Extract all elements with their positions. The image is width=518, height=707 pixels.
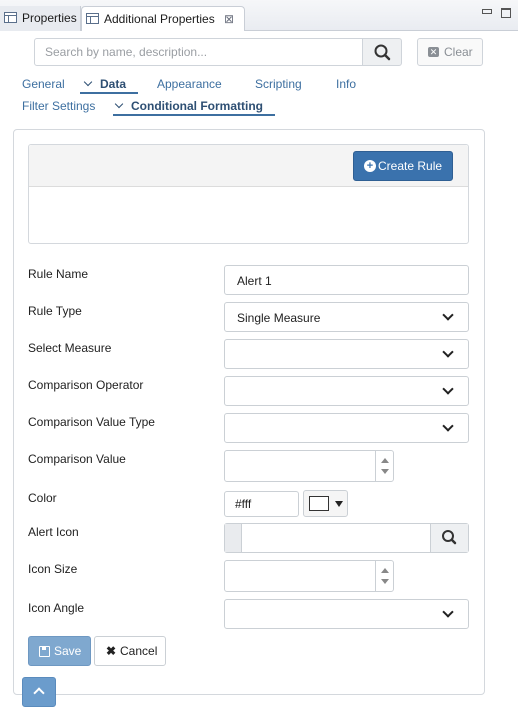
chevron-down-icon[interactable] <box>381 579 389 584</box>
tab-data[interactable]: Data <box>83 77 126 91</box>
table-icon <box>4 12 17 23</box>
rule-type-label: Rule Type <box>28 304 82 318</box>
comparison-value-type-label: Comparison Value Type <box>28 415 155 429</box>
chevron-down-icon <box>442 309 454 321</box>
chevron-down-icon <box>83 77 93 87</box>
chevron-up-icon <box>33 687 45 699</box>
minimize-icon[interactable] <box>482 9 492 14</box>
tab-scripting[interactable]: Scripting <box>255 77 302 91</box>
tab-appearance[interactable]: Appearance <box>157 77 222 91</box>
color-input[interactable]: #fff <box>224 491 299 517</box>
chevron-up-icon[interactable] <box>381 568 389 573</box>
tab-data-label: Data <box>100 77 127 91</box>
rule-name-label: Rule Name <box>28 267 89 281</box>
tab-data-underline <box>80 92 138 94</box>
rule-type-select[interactable]: Single Measure <box>224 302 469 332</box>
comparison-operator-select[interactable] <box>224 376 469 406</box>
chevron-down-icon <box>442 346 454 358</box>
search-input[interactable] <box>34 38 363 66</box>
select-measure-select[interactable] <box>224 339 469 369</box>
chevron-down-icon <box>442 383 454 395</box>
view-tab-additional-properties[interactable]: Additional Properties ⊠ <box>81 6 245 31</box>
comparison-operator-label: Comparison Operator <box>28 378 144 392</box>
chevron-down-icon <box>442 420 454 432</box>
rule-type-value: Single Measure <box>237 311 321 325</box>
times-icon: ✖ <box>106 644 117 658</box>
search-button[interactable] <box>362 38 402 66</box>
color-label: Color <box>28 491 57 505</box>
alert-icon-preview <box>225 524 242 552</box>
chevron-down-icon[interactable] <box>381 469 389 474</box>
chevron-down-icon <box>442 606 454 618</box>
comparison-value-stepper[interactable] <box>224 450 394 482</box>
alert-icon-label: Alert Icon <box>28 525 79 539</box>
view-tab-properties[interactable]: Properties <box>0 6 81 31</box>
tab-info[interactable]: Info <box>336 77 356 91</box>
icon-angle-label: Icon Angle <box>28 601 85 615</box>
tab-filter-settings[interactable]: Filter Settings <box>22 99 95 113</box>
clear-button[interactable]: ✕ Clear <box>417 38 483 66</box>
alert-icon-input[interactable] <box>224 523 469 553</box>
icon-angle-select[interactable] <box>224 599 469 629</box>
tab-conditional-formatting-underline <box>113 114 275 116</box>
icon-size-label: Icon Size <box>28 562 78 576</box>
search-icon <box>442 530 457 545</box>
cancel-button[interactable]: ✖ Cancel <box>94 636 166 666</box>
clear-label: Clear <box>444 45 473 59</box>
table-icon <box>86 13 99 24</box>
rule-name-input[interactable]: Alert 1 <box>224 265 469 295</box>
plus-circle-icon: + <box>364 160 376 172</box>
icon-size-stepper[interactable] <box>224 560 394 592</box>
create-rule-button[interactable]: + Create Rule <box>353 151 453 181</box>
close-icon[interactable]: ⊠ <box>224 7 234 31</box>
stepper-arrows[interactable] <box>375 561 393 591</box>
alert-icon-search-button[interactable] <box>430 524 468 552</box>
color-picker-button[interactable] <box>303 490 348 517</box>
chevron-down-icon <box>335 501 343 507</box>
view-tab-label: Properties <box>22 11 77 25</box>
view-tab-label: Additional Properties <box>104 12 215 26</box>
create-rule-label: Create Rule <box>378 159 443 173</box>
search-icon <box>374 44 391 61</box>
save-button[interactable]: Save <box>28 636 91 666</box>
cancel-label: Cancel <box>120 644 158 658</box>
rule-name-value: Alert 1 <box>237 274 272 288</box>
stepper-arrows[interactable] <box>375 451 393 481</box>
maximize-icon[interactable] <box>501 8 511 18</box>
tab-general[interactable]: General <box>22 77 65 91</box>
clear-icon: ✕ <box>428 47 439 57</box>
tab-conditional-formatting-label: Conditional Formatting <box>131 99 263 113</box>
view-tab-strip: Properties Additional Properties ⊠ <box>0 0 518 31</box>
save-icon <box>39 646 50 657</box>
color-swatch <box>309 496 329 511</box>
comparison-value-type-select[interactable] <box>224 413 469 443</box>
tab-conditional-formatting[interactable]: Conditional Formatting <box>114 99 263 113</box>
select-measure-label: Select Measure <box>28 341 112 355</box>
scroll-to-top-button[interactable] <box>22 677 56 707</box>
chevron-up-icon[interactable] <box>381 458 389 463</box>
save-label: Save <box>54 644 82 658</box>
chevron-down-icon <box>114 99 124 109</box>
comparison-value-label: Comparison Value <box>28 452 126 466</box>
